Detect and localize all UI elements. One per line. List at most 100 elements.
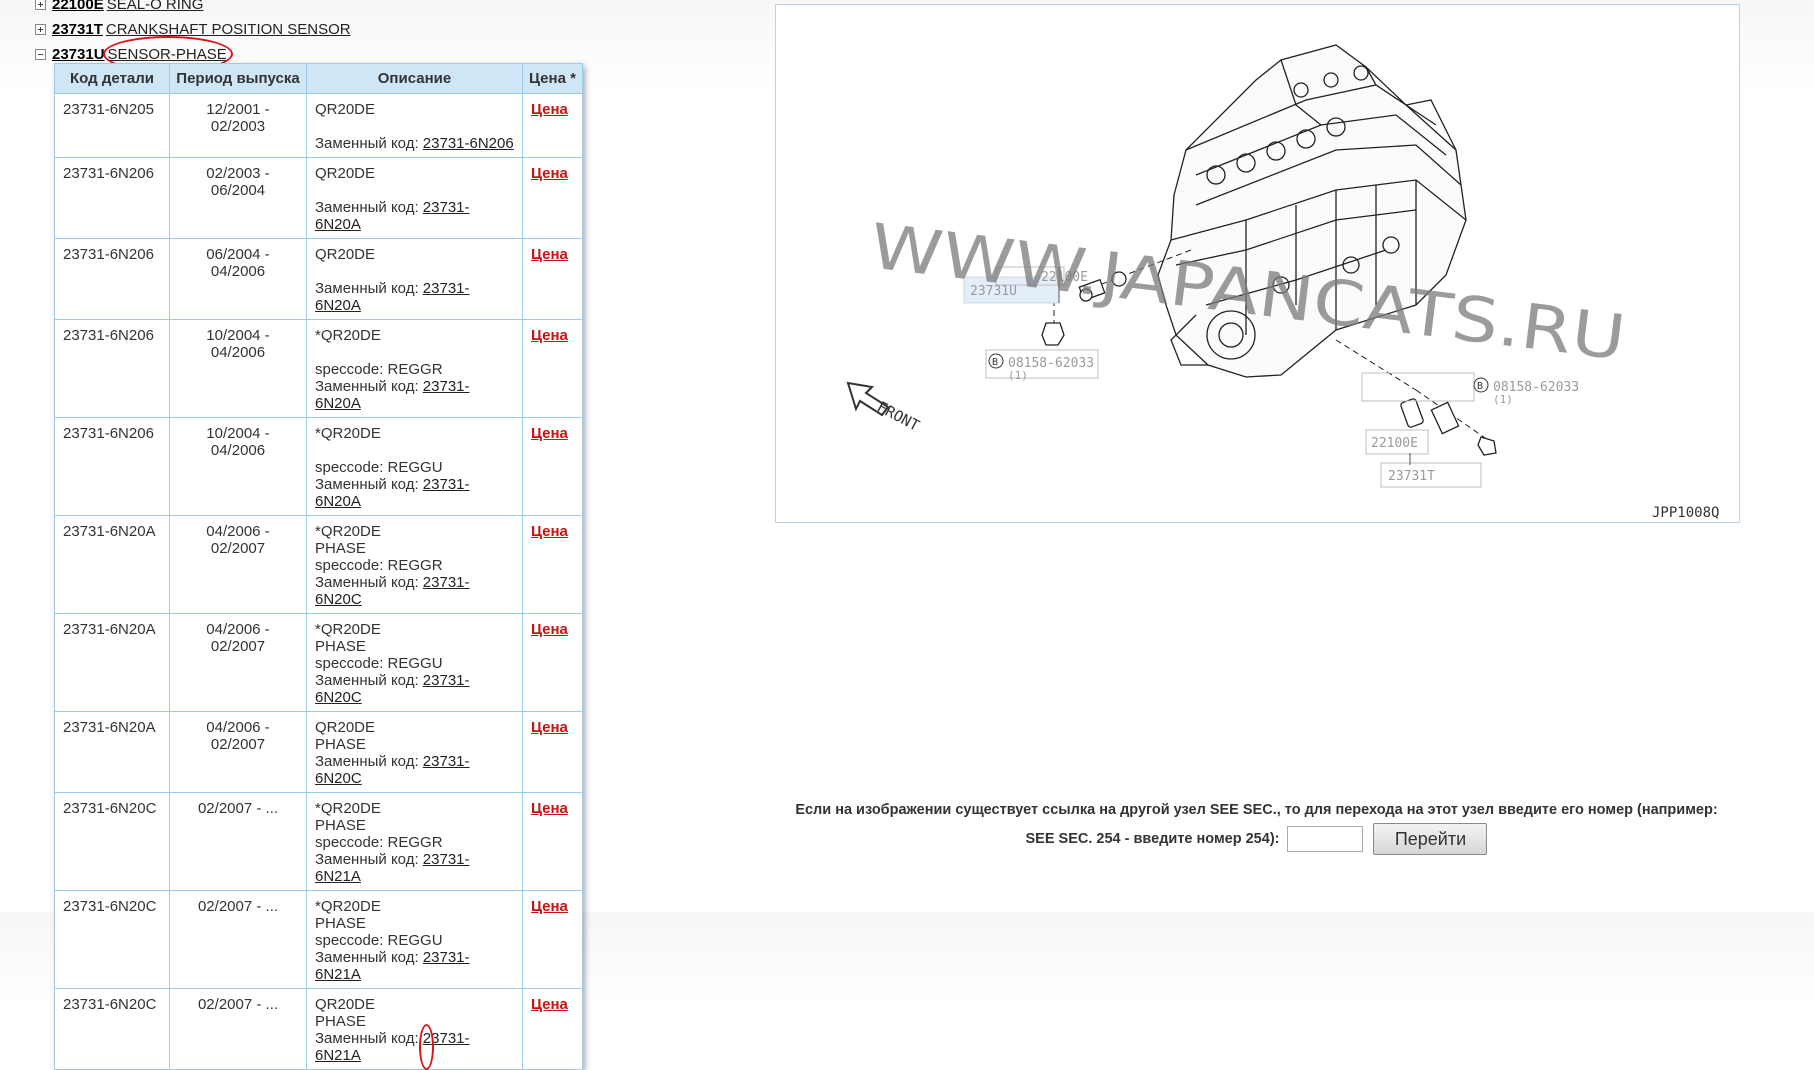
period-cell: 10/2004 - 04/2006 [169,417,307,516]
price-cell: Цена [522,613,583,712]
price-link[interactable]: Цена [531,246,568,263]
replacement-line: Заменный код: 23731-6N20C [315,672,514,706]
price-cell: Цена [522,515,583,614]
description-line: PHASE [315,638,366,655]
tree-item-name[interactable]: CRANKSHAFT POSITION SENSOR [106,17,351,42]
description-cell: *QR20DE speccode: REGGU Заменный код: 2373… [306,417,523,516]
price-cell: Цена [522,93,583,158]
replacement-label: Заменный код: [315,574,423,591]
parts-diagram: 22100E 23731U B 08158-62033 (1) B 08158-… [775,4,1740,523]
diagram-ref-code: JPP1008Q [1652,505,1719,521]
go-button[interactable]: Перейти [1373,823,1488,855]
tree-item-name-text: CRANKSHAFT POSITION SENSOR [105,21,351,38]
bolt-marker-left-letter: B [992,357,998,368]
replacement-line: Заменный код: 23731-6N20C [315,574,514,608]
price-link[interactable]: Цена [531,523,568,540]
tree-item[interactable]: 22100E SEAL-O RING [35,0,351,17]
expand-icon[interactable] [35,24,46,35]
price-link[interactable]: Цена [531,101,568,118]
price-cell: Цена [522,711,583,793]
part-code-cell: 23731-6N20C [54,988,170,1070]
price-link[interactable]: Цена [531,800,568,817]
replacement-line: Заменный код: 23731-6N21A [315,1024,514,1070]
period-cell: 02/2007 - ... [169,988,307,1070]
part-code-cell: 23731-6N20A [54,613,170,712]
expand-icon[interactable] [35,0,46,10]
replacement-label: Заменный код: [315,1030,423,1047]
parts-table: Код детали Период выпуска Описание Цена … [54,63,583,1070]
price-link[interactable]: Цена [531,621,568,638]
label-22100e-bottom: 22100E [1371,436,1418,451]
description-line: *QR20DE [315,523,381,540]
replacement-code-text: 23731-6N206 [422,135,514,152]
replacement-label: Заменный код: [315,949,423,966]
col-header-description: Описание [306,63,523,94]
collapse-icon[interactable] [35,49,46,60]
part-code-cell: 23731-6N205 [54,93,170,158]
col-header-price: Цена * [522,63,583,94]
description-line: speccode: REGGR [315,557,443,574]
table-row: 23731-6N20A 04/2006 - 02/2007 *QR20DE PHASE… [54,515,583,614]
description-cell: QR20DE Заменный код: 23731-6N20A [306,238,523,320]
price-cell: Цена [522,890,583,989]
part-code-cell: 23731-6N206 [54,157,170,239]
replacement-label: Заменный код: [315,135,423,152]
description-line: PHASE [315,736,366,753]
label-bolt-left-qty: (1) [1008,369,1028,382]
part-code-cell: 23731-6N206 [54,319,170,418]
price-link[interactable]: Цена [531,327,568,344]
price-link[interactable]: Цена [531,898,568,915]
description-line: QR20DE [315,996,376,1013]
replacement-line: Заменный код: 23731-6N20A [315,199,514,233]
description-cell: *QR20DE speccode: REGGR Заменный код: 2373… [306,319,523,418]
price-link[interactable]: Цена [531,719,568,736]
period-cell: 04/2006 - 02/2007 [169,515,307,614]
replacement-label: Заменный код: [315,672,423,689]
replacement-line: Заменный код: 23731-6N21A [315,851,514,885]
price-cell: Цена [522,238,583,320]
price-link[interactable]: Цена [531,425,568,442]
table-row: 23731-6N206 02/2003 - 06/2004 QR20DE Заменн… [54,157,583,239]
replacement-line: Заменный код: 23731-6N20A [315,476,514,510]
tree-item[interactable]: 23731T CRANKSHAFT POSITION SENSOR [35,17,351,42]
description-cell: *QR20DE PHASE speccode: REGGR Заменный код:… [306,792,523,891]
tree-item-name[interactable]: SEAL-O RING [107,0,204,17]
parts-table-container: Код детали Период выпуска Описание Цена … [54,63,583,1070]
part-code-cell: 23731-6N20C [54,890,170,989]
price-link[interactable]: Цена [531,165,568,182]
table-row: 23731-6N20A 04/2006 - 02/2007 *QR20DE PHASE… [54,613,583,712]
table-row: 23731-6N20C 02/2007 - ... QR20DE PHASE Замен… [54,988,583,1070]
replacement-line: Заменный код: 23731-6N206 [315,135,514,152]
part-code-cell: 23731-6N206 [54,238,170,320]
replacement-code-link[interactable]: 23731-6N206 [423,135,514,152]
description-line: *QR20DE [315,898,381,915]
table-row: 23731-6N20A 04/2006 - 02/2007 QR20DE PHASE З… [54,711,583,793]
col-header-code: Код детали [54,63,170,94]
tree-item-code[interactable]: 23731T [52,17,103,42]
description-line: speccode: REGGU [315,655,443,672]
table-row: 23731-6N206 10/2004 - 04/2006 *QR20DE specc… [54,417,583,516]
part-code-cell: 23731-6N206 [54,417,170,516]
see-section-form: Если на изображении существует ссылка на… [775,800,1738,855]
tree-item-code[interactable]: 22100E [52,0,104,17]
price-cell: Цена [522,157,583,239]
replacement-line: Заменный код: 23731-6N20A [315,378,514,412]
see-section-number-input[interactable] [1287,826,1364,852]
bolt-marker-right-letter: B [1477,381,1483,392]
description-line: PHASE [315,540,366,557]
description-line: *QR20DE [315,621,381,638]
replacement-line: Заменный код: 23731-6N20A [315,280,514,314]
description-line: speccode: REGGR [315,361,443,378]
price-link[interactable]: Цена [531,996,568,1013]
description-line: *QR20DE [315,425,381,442]
engine-illustration: 22100E 23731U B 08158-62033 (1) B 08158-… [846,44,1719,521]
table-row: 23731-6N206 10/2004 - 04/2006 *QR20DE specc… [54,319,583,418]
col-header-period: Период выпуска [169,63,307,94]
table-row: 23731-6N205 12/2001 - 02/2003 QR20DE Заменн… [54,93,583,158]
period-cell: 02/2003 - 06/2004 [169,157,307,239]
table-header-row: Код детали Период выпуска Описание Цена … [54,63,583,94]
